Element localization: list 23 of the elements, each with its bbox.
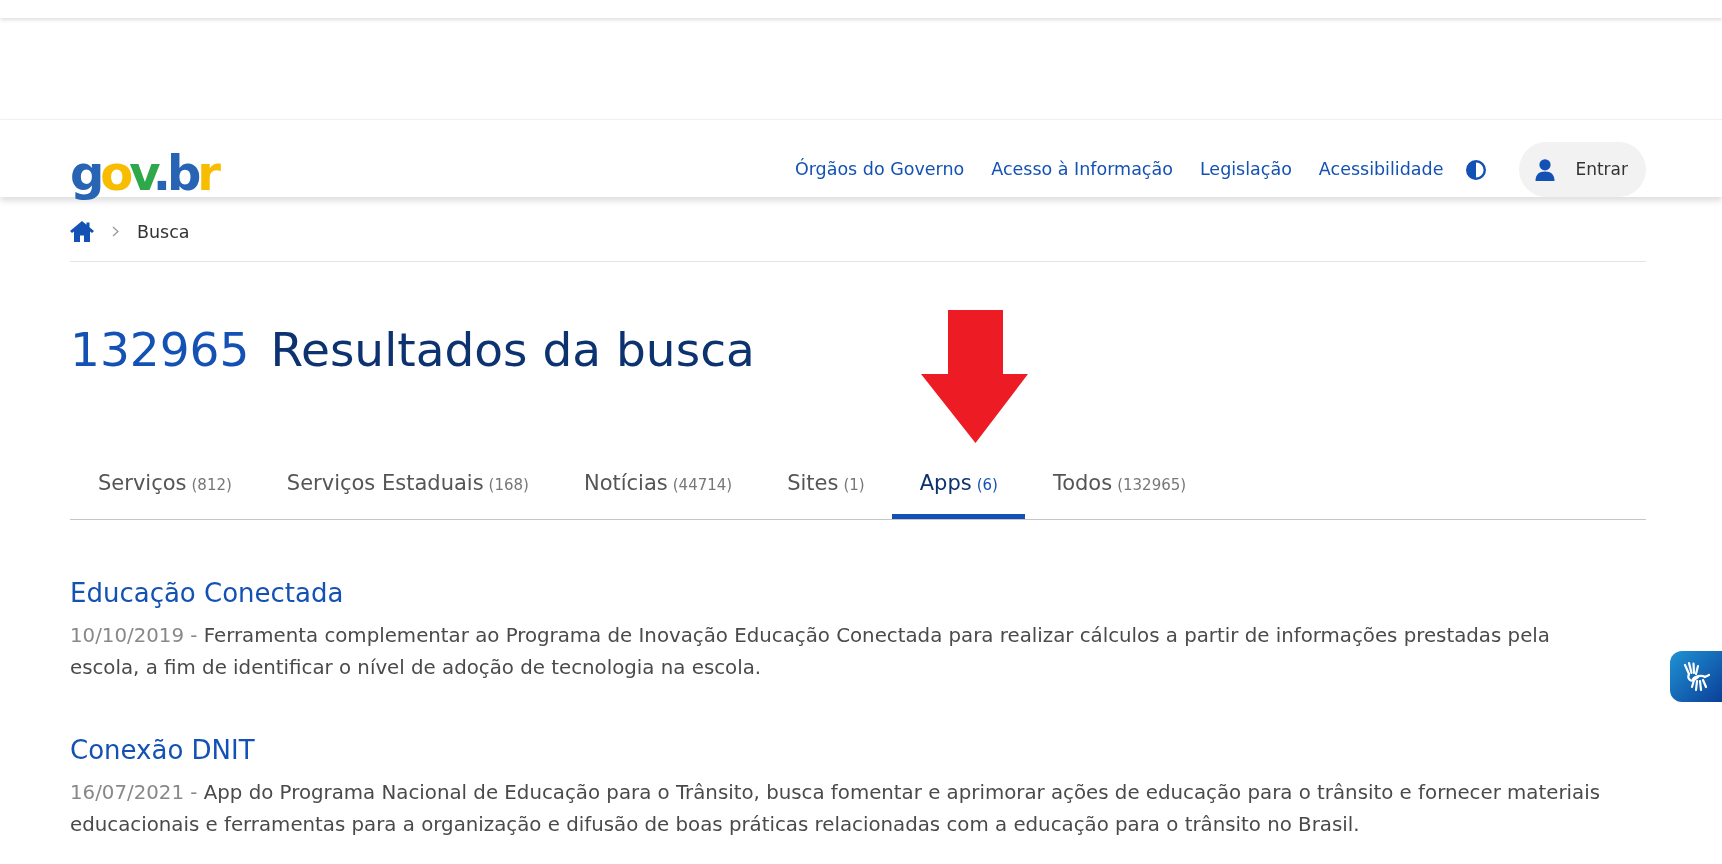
- nav-link[interactable]: Legislação: [1199, 156, 1292, 183]
- nav-link[interactable]: Órgãos do Governo: [794, 156, 965, 183]
- chevron-icon: [112, 226, 119, 237]
- tab[interactable]: Apps (6): [891, 448, 1025, 519]
- nav-link[interactable]: Acessibilidade: [1318, 156, 1444, 183]
- login-button[interactable]: Entrar: [1519, 142, 1646, 197]
- result-description: 16/07/2021 - App do Programa Nacional de Educação para o Trânsito, busca fomentar e aprimorar ações de educação para o trânsito e fornecer materiais educacionais e ferramentas para a organização e difusão de boas práticas relacionadas com a educação para o trânsito no Brasil.: [70, 779, 1601, 838]
- tab[interactable]: Serviços (812): [70, 448, 259, 519]
- nav-link[interactable]: Acesso à Informação: [991, 156, 1173, 183]
- tab[interactable]: Todos (132965): [1024, 448, 1214, 519]
- home-icon[interactable]: [70, 221, 94, 242]
- tab[interactable]: Notícias (44714): [555, 448, 760, 519]
- sign-language-button[interactable]: [1670, 651, 1722, 702]
- user-icon: [1535, 158, 1556, 181]
- result-description: 10/10/2019 - Ferramenta complementar ao Programa de Inovação Educação Conectada para realizar cálculos a partir de informações prestadas pela escola, a fim de identificar o nível de adoção de tecnologia na escola.: [70, 622, 1551, 681]
- breadcrumb-current: Busca: [137, 220, 190, 244]
- page-title: Resultados da busca: [270, 322, 755, 379]
- result-title-link[interactable]: Educação Conectada: [70, 575, 344, 610]
- result-title-link[interactable]: Conexão DNIT: [70, 732, 255, 767]
- result-count: 132965: [70, 322, 250, 379]
- tab[interactable]: Serviços Estaduais (168): [258, 448, 556, 519]
- contrast-icon[interactable]: [1466, 159, 1487, 180]
- tab[interactable]: Sites (1): [759, 448, 892, 519]
